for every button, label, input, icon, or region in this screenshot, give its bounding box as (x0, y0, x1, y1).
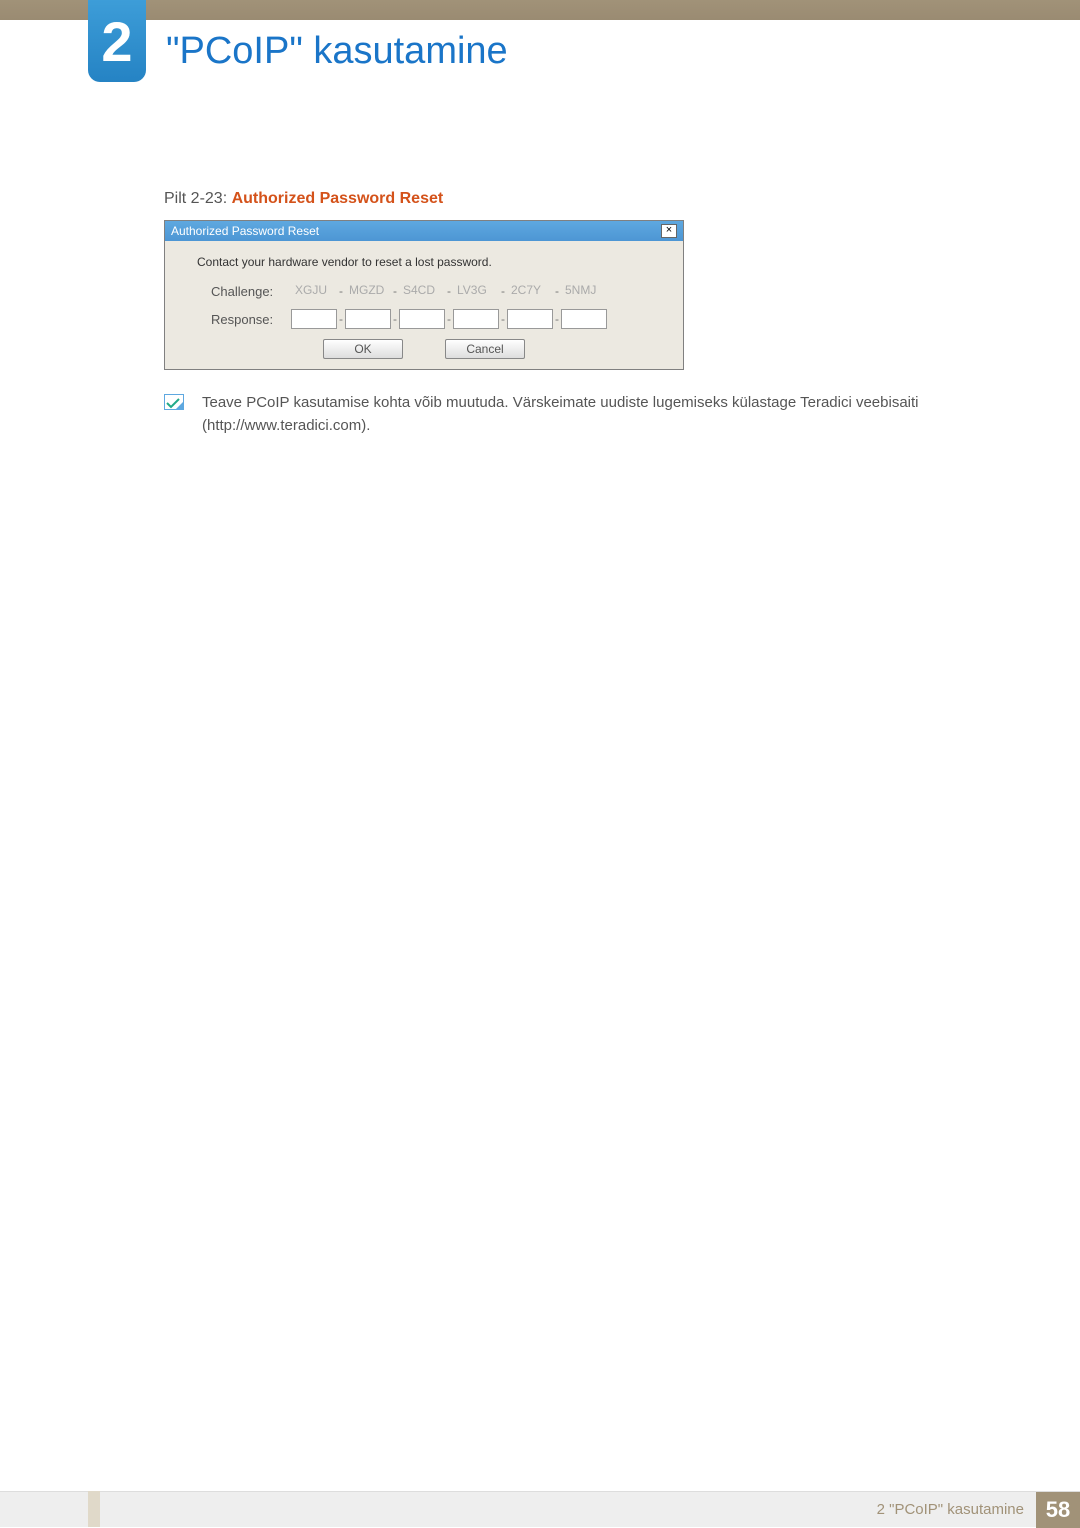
challenge-part-4: LV3G (453, 283, 499, 299)
dialog-authorized-password-reset: Authorized Password Reset × Contact your… (164, 220, 684, 370)
footer-label: 2 "PCoIP" kasutamine (865, 1501, 1036, 1518)
challenge-part-2: MGZD (345, 283, 391, 299)
content: Pilt 2-23: Authorized Password Reset Aut… (164, 190, 980, 437)
challenge-label: Challenge: (211, 284, 291, 299)
chapter-badge: 2 (88, 0, 146, 82)
caption-title: Authorized Password Reset (232, 190, 444, 207)
note-icon (164, 394, 184, 410)
dialog-message: Contact your hardware vendor to reset a … (181, 255, 667, 269)
footer: 2 "PCoIP" kasutamine 58 (0, 1491, 1080, 1527)
dialog-body: Contact your hardware vendor to reset a … (165, 241, 683, 369)
challenge-part-3: S4CD (399, 283, 445, 299)
response-input-5[interactable] (507, 309, 553, 329)
response-input-2[interactable] (345, 309, 391, 329)
challenge-part-6: 5NMJ (561, 283, 607, 299)
challenge-part-1: XGJU (291, 283, 337, 299)
challenge-part-5: 2C7Y (507, 283, 553, 299)
chapter-number: 2 (101, 9, 132, 74)
dialog-buttons: OK Cancel (181, 339, 667, 359)
cancel-button[interactable]: Cancel (445, 339, 525, 359)
note-text: Teave PCoIP kasutamise kohta võib muutud… (202, 392, 980, 437)
response-input-4[interactable] (453, 309, 499, 329)
footer-accent (88, 1491, 100, 1527)
response-input-1[interactable] (291, 309, 337, 329)
response-label: Response: (211, 312, 291, 327)
response-row: Response: - - - - - (181, 309, 667, 329)
top-bar (0, 0, 1080, 20)
response-input-6[interactable] (561, 309, 607, 329)
page-title: "PCoIP" kasutamine (166, 30, 508, 73)
close-icon[interactable]: × (661, 224, 677, 238)
dialog-title-text: Authorized Password Reset (171, 224, 319, 238)
footer-page-number: 58 (1036, 1492, 1080, 1528)
response-input-3[interactable] (399, 309, 445, 329)
figure-caption: Pilt 2-23: Authorized Password Reset (164, 190, 980, 208)
caption-prefix: Pilt 2-23: (164, 190, 232, 207)
note-row: Teave PCoIP kasutamise kohta võib muutud… (164, 392, 980, 437)
ok-button[interactable]: OK (323, 339, 403, 359)
dialog-titlebar: Authorized Password Reset × (165, 221, 683, 241)
challenge-row: Challenge: XGJU- MGZD- S4CD- LV3G- 2C7Y-… (181, 283, 667, 299)
